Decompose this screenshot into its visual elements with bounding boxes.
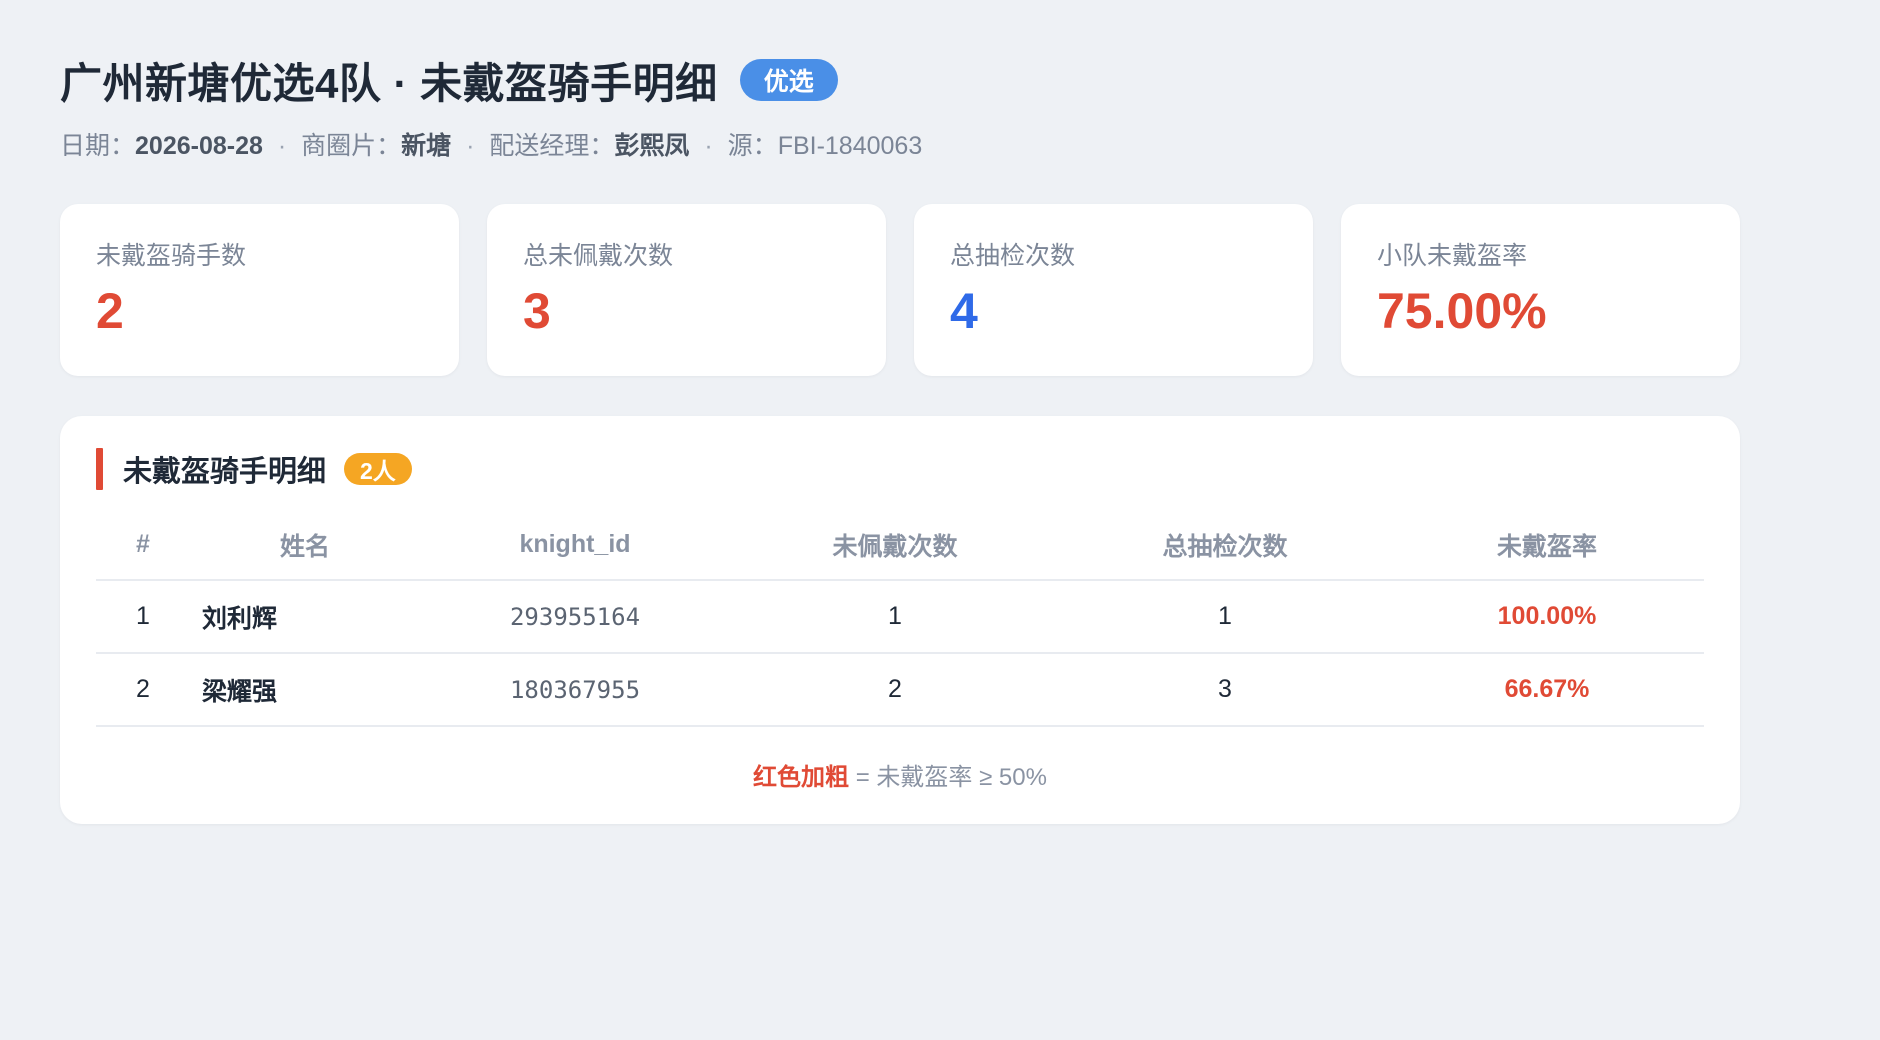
- cell-index: 1: [96, 580, 190, 654]
- legend-footnote: 红色加粗 = 未戴盔率 ≥ 50%: [96, 757, 1704, 792]
- column-header-name: 姓名: [190, 510, 420, 581]
- stat-value: 4: [950, 283, 978, 339]
- cell-rate: 66.67%: [1390, 653, 1704, 727]
- meta-separator: ·: [466, 132, 475, 160]
- meta-row: 日期：2026-08-28 · 商圈片：新塘 · 配送经理：彭熙凤 · 源：FB…: [60, 126, 1820, 160]
- category-badge: 优选: [739, 59, 838, 101]
- cell-index: 2: [96, 653, 190, 727]
- source-value: FBI-1840063: [777, 132, 923, 160]
- count-badge: 2人: [344, 453, 412, 485]
- area-label: 商圈片：: [301, 132, 402, 160]
- manager-label: 配送经理：: [489, 132, 615, 160]
- section-title: 未戴盔骑手明细: [123, 456, 327, 488]
- page-title: 广州新塘优选4队 · 未戴盔骑手明细: [60, 59, 718, 107]
- stat-value: 3: [523, 283, 551, 339]
- footnote-text: = 未戴盔率 ≥ 50%: [849, 764, 1047, 791]
- stat-card-total-checks: 总抽检次数 4: [914, 204, 1313, 376]
- cell-name: 梁耀强: [190, 653, 420, 727]
- column-header-index: #: [96, 510, 190, 581]
- cell-missed: 2: [730, 653, 1060, 727]
- footnote-highlight: 红色加粗: [753, 764, 850, 791]
- cell-knight-id: 180367955: [420, 653, 730, 727]
- table-row: 1 刘利辉 293955164 1 1 100.00%: [96, 580, 1704, 654]
- date-label: 日期：: [60, 132, 136, 160]
- accent-bar: [96, 448, 103, 490]
- stat-label: 总未佩戴次数: [523, 242, 674, 270]
- column-header-knight-id: knight_id: [420, 510, 730, 581]
- table-row: 2 梁耀强 180367955 2 3 66.67%: [96, 653, 1704, 727]
- stat-label: 总抽检次数: [950, 242, 1076, 270]
- cell-knight-id: 293955164: [420, 580, 730, 654]
- meta-separator: ·: [277, 132, 287, 160]
- manager-value: 彭熙凤: [614, 132, 690, 160]
- title-row: 广州新塘优选4队 · 未戴盔骑手明细 优选: [60, 52, 1820, 108]
- cell-total: 1: [1060, 580, 1390, 654]
- stats-row: 未戴盔骑手数 2 总未佩戴次数 3 总抽检次数 4 小队未戴盔率 75.00%: [60, 204, 1740, 376]
- section-header: 未戴盔骑手明细 2人: [96, 448, 1704, 490]
- cell-missed: 1: [730, 580, 1060, 654]
- column-header-rate: 未戴盔率: [1390, 510, 1704, 581]
- detail-card: 未戴盔骑手明细 2人 # 姓名 knight_id 未佩戴次数 总抽检次数 未戴…: [60, 416, 1740, 824]
- meta-separator: ·: [704, 132, 713, 160]
- stat-value: 2: [96, 283, 124, 339]
- area-value: 新塘: [401, 132, 452, 160]
- stat-card-unhelmeted-riders: 未戴盔骑手数 2: [60, 204, 459, 376]
- source-label: 源：: [727, 132, 778, 160]
- stat-card-total-missed: 总未佩戴次数 3: [487, 204, 886, 376]
- column-header-total: 总抽检次数: [1060, 510, 1390, 581]
- cell-name: 刘利辉: [190, 580, 420, 654]
- stat-label: 未戴盔骑手数: [96, 242, 247, 270]
- table-header-row: # 姓名 knight_id 未佩戴次数 总抽检次数 未戴盔率: [96, 510, 1704, 581]
- column-header-missed: 未佩戴次数: [730, 510, 1060, 581]
- stat-card-team-rate: 小队未戴盔率 75.00%: [1341, 204, 1740, 376]
- date-value: 2026-08-28: [135, 132, 263, 160]
- rider-table: # 姓名 knight_id 未佩戴次数 总抽检次数 未戴盔率 1 刘利辉 29…: [96, 510, 1704, 727]
- cell-total: 3: [1060, 653, 1390, 727]
- stat-value: 75.00%: [1377, 283, 1547, 339]
- cell-rate: 100.00%: [1390, 580, 1704, 654]
- stat-label: 小队未戴盔率: [1377, 242, 1528, 270]
- page: 广州新塘优选4队 · 未戴盔骑手明细 优选 日期：2026-08-28 · 商圈…: [0, 0, 1880, 1040]
